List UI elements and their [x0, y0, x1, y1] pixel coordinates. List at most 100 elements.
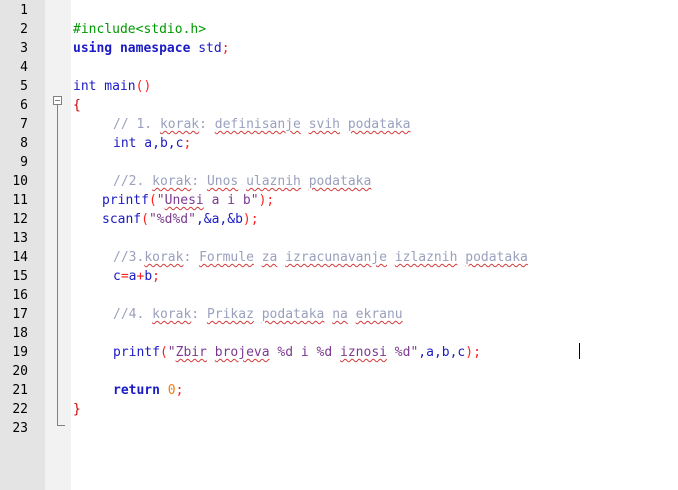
- line-number: 18: [12, 326, 28, 341]
- line-number: 11: [12, 193, 28, 208]
- string: ": [167, 345, 176, 360]
- line-number: 16: [12, 288, 28, 303]
- comment: :: [183, 250, 200, 265]
- line-number: 2: [20, 22, 28, 37]
- line-number: 19: [12, 345, 28, 360]
- paren-semicolon: );: [258, 193, 275, 208]
- keyword: return: [113, 383, 160, 398]
- misspelled-word: podataka: [308, 174, 372, 189]
- fold-end-marker: [57, 425, 65, 426]
- paren-semicolon: );: [465, 345, 481, 360]
- misspelled-word: korak: [144, 250, 184, 265]
- function-call: scanf: [102, 212, 142, 227]
- misspelled-word: Unos: [206, 174, 239, 189]
- code-line-10: //2. korak: Unos ulaznih podataka: [113, 172, 371, 191]
- line-number: 21: [12, 383, 28, 398]
- parentheses: (): [135, 79, 152, 94]
- code-line-17: //4. korak: Prikaz podataka na ekranu: [113, 305, 403, 324]
- misspelled-word: brojeva: [214, 345, 270, 360]
- misspelled-word: Prikaz: [206, 307, 254, 322]
- text-caret: [579, 343, 580, 359]
- misspelled-word: izracunavanje: [285, 250, 387, 265]
- line-number: 8: [20, 136, 28, 151]
- code-line-6: {: [73, 98, 81, 113]
- line-number: 1: [20, 3, 28, 18]
- semicolon: ;: [175, 383, 184, 398]
- identifier: b: [144, 269, 153, 284]
- code-line-15: c=a+b;: [113, 267, 160, 286]
- type-keyword: int: [73, 79, 97, 94]
- line-number: 13: [12, 231, 28, 246]
- line-number: 23: [12, 421, 28, 436]
- string: [207, 345, 215, 360]
- paren-semicolon: );: [242, 212, 259, 227]
- comment: [340, 117, 348, 132]
- string: ": [156, 193, 165, 208]
- misspelled-word: Zbir: [175, 345, 207, 360]
- function-call: printf: [113, 345, 160, 360]
- misspelled-word: izlaznih: [394, 250, 458, 265]
- line-number: 7: [20, 117, 28, 132]
- string: a i b": [203, 193, 259, 208]
- code-line-8: int a,b,c;: [113, 134, 191, 153]
- identifier: c: [113, 269, 121, 284]
- misspelled-word: definisanje: [214, 117, 301, 132]
- misspelled-word: svih: [308, 117, 340, 132]
- code-line-2: #include<stdio.h>: [73, 22, 207, 37]
- line-number: 4: [20, 60, 28, 75]
- misspelled-word: na: [332, 307, 348, 322]
- semicolon: ;: [221, 41, 230, 56]
- comment: :: [199, 117, 215, 132]
- line-number: 5: [20, 79, 28, 94]
- comment: [301, 117, 309, 132]
- line-number: 12: [12, 212, 28, 227]
- comment: :: [191, 174, 207, 189]
- identifier: a,b,c: [136, 136, 184, 151]
- string: %d i %d: [269, 345, 341, 360]
- misspelled-word: Unesi: [164, 193, 204, 208]
- comment: [238, 174, 246, 189]
- line-number: 10: [12, 174, 28, 189]
- misspelled-word: korak: [159, 117, 200, 132]
- operator: =: [120, 269, 129, 284]
- misspelled-word: ekranu: [355, 307, 403, 322]
- keyword: using namespace: [73, 41, 191, 56]
- misspelled-word: podataka: [261, 307, 325, 322]
- misspelled-word: korak: [152, 174, 192, 189]
- code-line-19: printf("Zbir brojeva %d i %d iznosi %d",…: [113, 343, 481, 362]
- comment: [254, 250, 262, 265]
- comment: [387, 250, 395, 265]
- semicolon: ;: [152, 269, 160, 284]
- misspelled-word: za: [261, 250, 278, 265]
- comment: [324, 307, 332, 322]
- fold-margin: [45, 0, 71, 490]
- line-number: 9: [20, 155, 28, 170]
- code-line-21: return 0;: [113, 381, 183, 400]
- paren: (: [148, 193, 157, 208]
- line-number: 14: [12, 250, 28, 265]
- line-number: 15: [12, 269, 28, 284]
- comment: //3.: [113, 250, 145, 265]
- comment: :: [191, 307, 207, 322]
- type-keyword: int: [113, 136, 137, 151]
- string: "%d%d": [148, 212, 196, 227]
- code-line-22: }: [73, 402, 81, 417]
- semicolon: ;: [183, 136, 192, 151]
- arguments: ,a,b,c: [418, 345, 466, 360]
- line-number: 22: [12, 402, 28, 417]
- line-number: 20: [12, 364, 28, 379]
- code-editor[interactable]: 1 2 3 4 5 6 7 8 9 10 11 12 13 14 15 16 1…: [0, 0, 678, 490]
- comment: //2.: [113, 174, 153, 189]
- identifier: std: [190, 41, 222, 56]
- paren: (: [159, 345, 168, 360]
- code-line-11: printf("Unesi a i b");: [102, 191, 274, 210]
- misspelled-word: korak: [152, 307, 192, 322]
- code-line-5: int main(): [73, 77, 151, 96]
- comment: [348, 307, 356, 322]
- comment: // 1.: [113, 117, 160, 132]
- code-text-area[interactable]: [71, 0, 678, 490]
- arguments: ,&a,&b: [195, 212, 243, 227]
- fold-collapse-icon[interactable]: [53, 96, 62, 105]
- function-name: main: [96, 79, 136, 94]
- misspelled-word: iznosi: [340, 345, 387, 360]
